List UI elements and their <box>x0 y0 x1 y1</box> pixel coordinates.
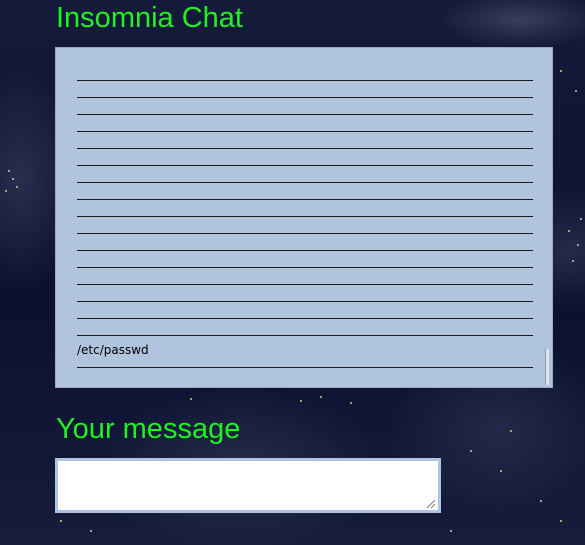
chat-title: Insomnia Chat <box>56 2 243 34</box>
message-title: Your message <box>56 413 241 445</box>
chat-line <box>77 234 533 251</box>
chat-line <box>77 166 533 183</box>
chat-message: /etc/passwd <box>77 336 533 368</box>
chat-line <box>77 132 533 149</box>
chat-line <box>77 251 533 268</box>
message-input[interactable] <box>55 458 441 513</box>
chat-line <box>77 319 533 336</box>
chat-line <box>77 268 533 285</box>
chat-scrollbar[interactable] <box>544 50 550 385</box>
chat-line <box>77 302 533 319</box>
chat-line <box>77 285 533 302</box>
chat-log[interactable]: /etc/passwd <box>55 47 553 388</box>
chat-line <box>77 200 533 217</box>
chat-line <box>77 98 533 115</box>
chat-line <box>77 115 533 132</box>
chat-line <box>77 217 533 234</box>
chat-line <box>77 149 533 166</box>
chat-scrollbar-thumb[interactable] <box>545 349 549 385</box>
chat-lines: /etc/passwd <box>77 64 533 368</box>
chat-line <box>77 81 533 98</box>
resize-grip-icon[interactable] <box>426 499 436 509</box>
chat-line <box>77 183 533 200</box>
chat-line <box>77 64 533 81</box>
